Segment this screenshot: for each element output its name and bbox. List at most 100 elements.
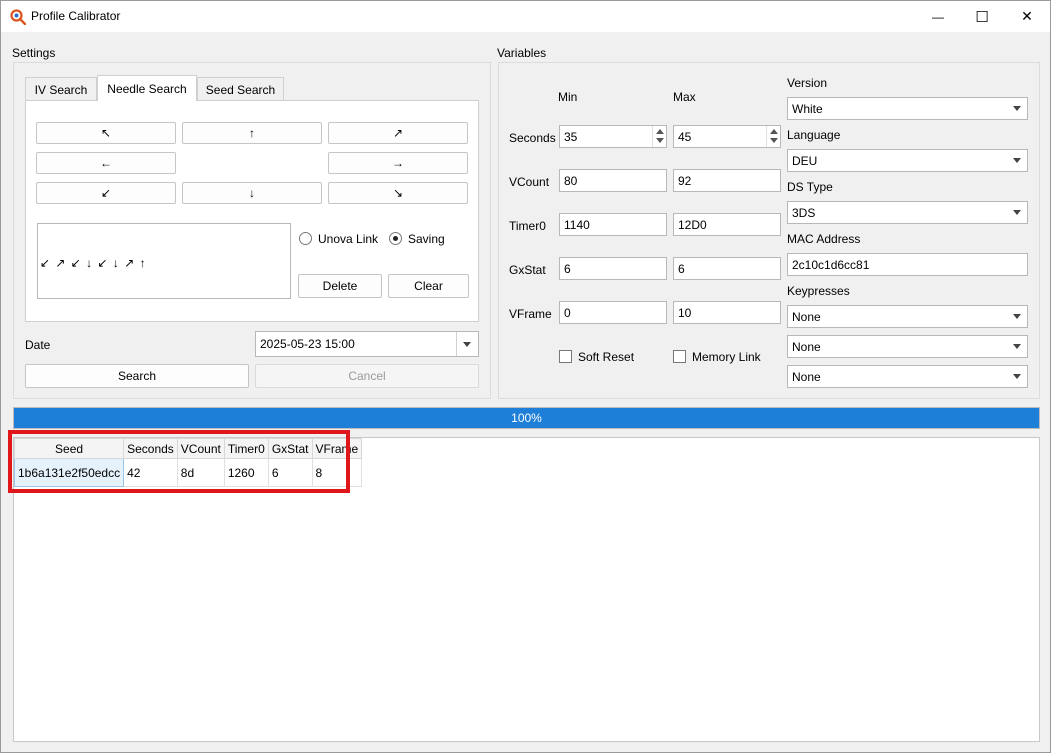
- timer0-min-field[interactable]: 1140: [559, 213, 667, 236]
- chevron-down-icon: [1013, 158, 1021, 163]
- arrow-up-icon: ↑: [249, 126, 255, 140]
- column-header-gxstat[interactable]: GxStat: [267, 438, 313, 459]
- seconds-max-spinbox[interactable]: 45: [673, 125, 781, 148]
- gxstat-max-field[interactable]: 6: [673, 257, 781, 280]
- ds-type-label: DS Type: [787, 180, 833, 194]
- min-header: Min: [558, 90, 578, 104]
- version-select[interactable]: White: [787, 97, 1028, 120]
- column-header-vframe[interactable]: VFrame: [311, 438, 363, 459]
- spin-down-icon: [656, 138, 664, 143]
- timer0-max-field[interactable]: 12D0: [673, 213, 781, 236]
- keypress-1-value: None: [792, 309, 821, 324]
- column-header-vcount[interactable]: VCount: [176, 438, 225, 459]
- version-value: White: [792, 101, 823, 116]
- needle-sequence-box[interactable]: ↙ ↗ ↙ ↓ ↙ ↓ ↗ ↑: [37, 223, 291, 299]
- cell-seed[interactable]: 1b6a131e2f50edcc: [13, 458, 125, 487]
- chevron-down-icon: [1013, 314, 1021, 319]
- max-header: Max: [673, 90, 696, 104]
- maximize-icon: ☐: [975, 8, 989, 26]
- search-button[interactable]: Search: [25, 364, 249, 388]
- seconds-max-spin-buttons[interactable]: [766, 126, 780, 147]
- seconds-min-value: 35: [564, 129, 578, 144]
- language-select[interactable]: DEU: [787, 149, 1028, 172]
- vcount-max-field[interactable]: 92: [673, 169, 781, 192]
- delete-button[interactable]: Delete: [298, 274, 382, 298]
- mac-address-field[interactable]: 2c10c1d6cc81: [787, 253, 1028, 276]
- results-table[interactable]: Seed Seconds VCount Timer0 GxStat VFrame…: [13, 437, 1040, 742]
- arrow-down-right-button[interactable]: ↘: [328, 182, 468, 204]
- variables-group-label: Variables: [497, 46, 547, 60]
- cell-gxstat[interactable]: 6: [267, 458, 313, 487]
- seconds-min-spin-buttons[interactable]: [652, 126, 666, 147]
- progress-bar: 100%: [13, 407, 1040, 429]
- gxstat-min-field[interactable]: 6: [559, 257, 667, 280]
- main-window: Profile Calibrator — ☐ ✕ Settings IV Sea…: [0, 0, 1051, 753]
- memory-link-checkbox[interactable]: [673, 350, 686, 363]
- cell-seconds[interactable]: 42: [123, 458, 178, 487]
- date-value: 2025-05-23 15:00: [260, 337, 355, 351]
- needle-sequence-text: ↙ ↗ ↙ ↓ ↙ ↓ ↗ ↑: [40, 256, 147, 270]
- memory-link-label[interactable]: Memory Link: [692, 350, 761, 364]
- arrow-up-button[interactable]: ↑: [182, 122, 322, 144]
- spin-down-icon: [770, 138, 778, 143]
- arrow-up-right-button[interactable]: ↗: [328, 122, 468, 144]
- arrow-up-left-button[interactable]: ↖: [36, 122, 176, 144]
- language-label: Language: [787, 128, 841, 142]
- arrow-right-icon: →: [392, 156, 404, 170]
- ds-type-select[interactable]: 3DS: [787, 201, 1028, 224]
- gxstat-label: GxStat: [509, 263, 546, 277]
- arrow-right-button[interactable]: →: [328, 152, 468, 174]
- vframe-min-field[interactable]: 0: [559, 301, 667, 324]
- cell-timer0[interactable]: 1260: [223, 458, 269, 487]
- seconds-max-value: 45: [678, 129, 692, 144]
- vcount-min-field[interactable]: 80: [559, 169, 667, 192]
- close-button[interactable]: ✕: [1004, 1, 1050, 32]
- vframe-min-value: 0: [564, 305, 571, 320]
- chevron-down-icon: [1013, 344, 1021, 349]
- arrow-left-button[interactable]: ←: [36, 152, 176, 174]
- clear-button[interactable]: Clear: [388, 274, 469, 298]
- vframe-max-value: 10: [678, 305, 692, 320]
- arrow-down-left-icon: ↙: [100, 186, 112, 200]
- progress-text: 100%: [511, 411, 542, 425]
- cell-vframe[interactable]: 8: [311, 458, 363, 487]
- column-header-timer0[interactable]: Timer0: [223, 438, 269, 459]
- tab-needle-search[interactable]: Needle Search: [97, 75, 197, 101]
- tab-seed-search[interactable]: Seed Search: [197, 77, 284, 101]
- soft-reset-label[interactable]: Soft Reset: [578, 350, 634, 364]
- timer0-min-value: 1140: [564, 217, 590, 232]
- spin-up-icon: [770, 129, 778, 134]
- ds-type-value: 3DS: [792, 205, 816, 220]
- arrow-down-button[interactable]: ↓: [182, 182, 322, 204]
- date-picker[interactable]: 2025-05-23 15:00: [255, 331, 479, 357]
- saving-radio[interactable]: [389, 232, 402, 245]
- arrow-up-right-icon: ↗: [392, 126, 404, 140]
- chevron-down-icon: [463, 342, 471, 347]
- mac-address-label: MAC Address: [787, 232, 861, 246]
- vframe-max-field[interactable]: 10: [673, 301, 781, 324]
- soft-reset-checkbox[interactable]: [559, 350, 572, 363]
- column-header-seconds[interactable]: Seconds: [123, 438, 178, 459]
- minimize-button[interactable]: —: [915, 1, 961, 32]
- table-row[interactable]: 1b6a131e2f50edcc 42 8d 1260 6 8: [13, 458, 363, 487]
- keypress-select-3[interactable]: None: [787, 365, 1028, 388]
- column-header-seed[interactable]: Seed: [13, 438, 125, 459]
- unova-link-label[interactable]: Unova Link: [318, 232, 378, 246]
- vframe-label: VFrame: [509, 307, 552, 321]
- tab-iv-search[interactable]: IV Search: [25, 77, 97, 101]
- maximize-button[interactable]: ☐: [959, 1, 1005, 32]
- date-label: Date: [25, 338, 51, 352]
- arrow-down-left-button[interactable]: ↙: [36, 182, 176, 204]
- keypress-select-2[interactable]: None: [787, 335, 1028, 358]
- keypress-select-1[interactable]: None: [787, 305, 1028, 328]
- cancel-button[interactable]: Cancel: [255, 364, 479, 388]
- vcount-label: VCount: [509, 175, 550, 189]
- spin-up-icon: [656, 129, 664, 134]
- keypresses-label: Keypresses: [787, 284, 850, 298]
- unova-link-radio[interactable]: [299, 232, 312, 245]
- arrow-left-icon: ←: [100, 156, 112, 170]
- seconds-min-spinbox[interactable]: 35: [559, 125, 667, 148]
- saving-label[interactable]: Saving: [408, 232, 445, 246]
- date-dropdown-button[interactable]: [456, 332, 478, 356]
- cell-vcount[interactable]: 8d: [176, 458, 225, 487]
